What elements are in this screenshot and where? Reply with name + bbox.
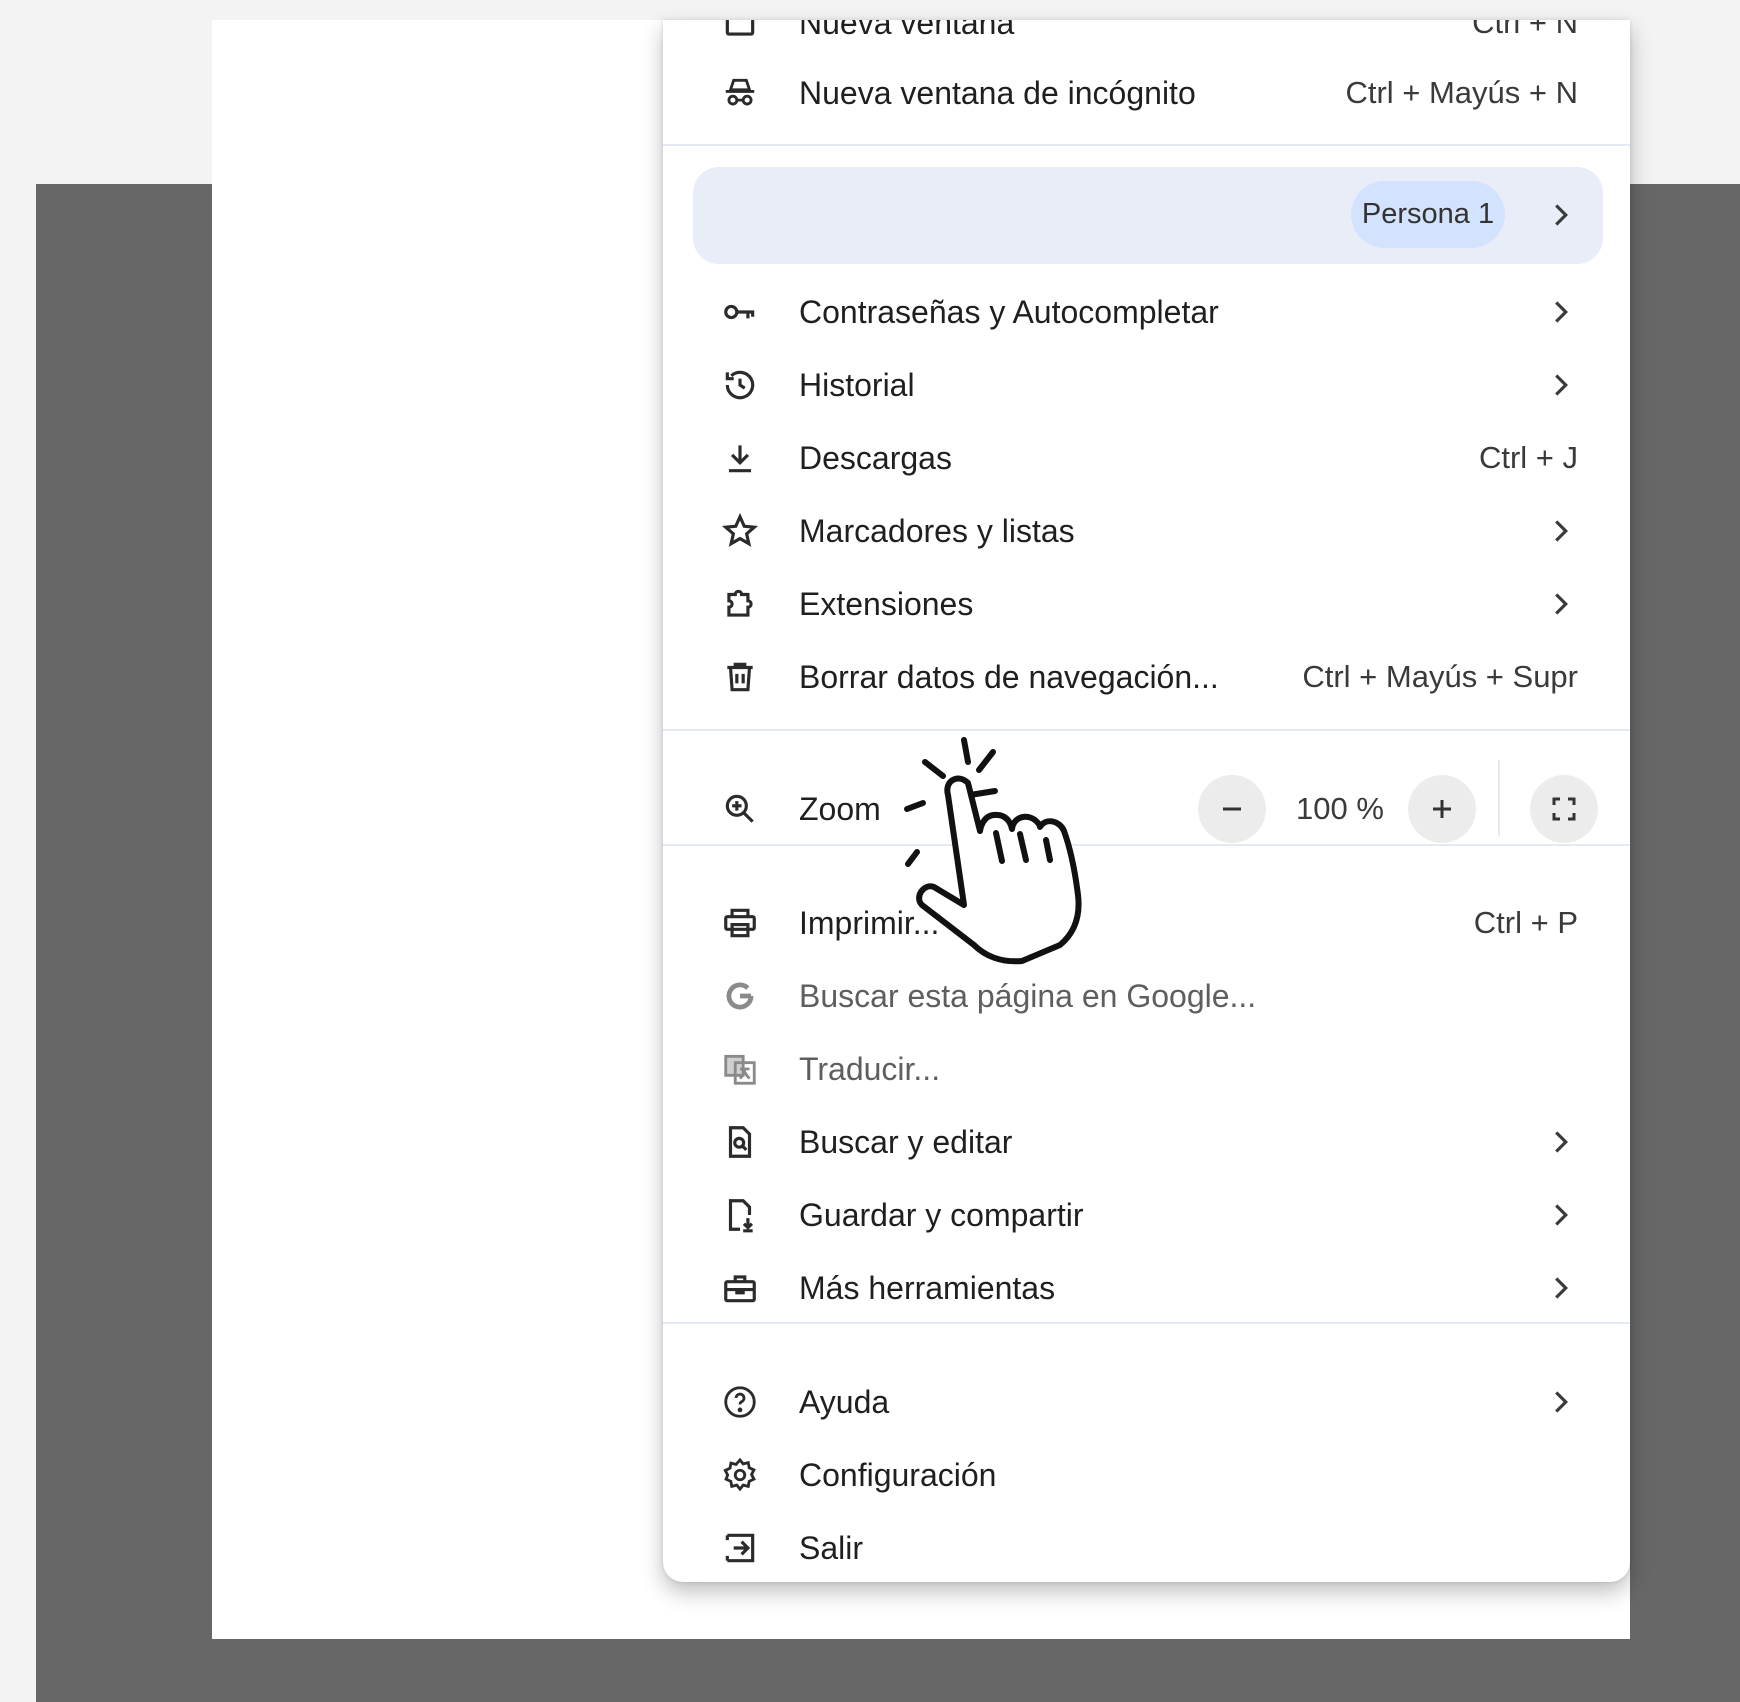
menu-item-shortcut: Ctrl + Mayús + N <box>1345 75 1578 110</box>
pointing-hand-cursor-icon <box>904 737 1082 965</box>
puzzle-icon <box>721 585 759 623</box>
menu-item-print[interactable]: Imprimir... Ctrl + P <box>663 892 1630 954</box>
menu-item-label: Guardar y compartir <box>799 1197 1084 1233</box>
menu-item-incognito[interactable]: Nueva ventana de incógnito Ctrl + Mayús … <box>663 62 1630 124</box>
menu-item-label: Extensiones <box>799 586 974 622</box>
menu-item-google-search[interactable]: Buscar esta página en Google... <box>663 965 1630 1027</box>
menu-item-label: Borrar datos de navegación... <box>799 659 1219 695</box>
chevron-right-icon <box>1542 1123 1580 1161</box>
click-ray <box>904 800 926 812</box>
menu-item-shortcut: Ctrl + N <box>1472 20 1578 40</box>
menu-item-label: Marcadores y listas <box>799 513 1075 549</box>
toolbox-icon <box>721 1269 759 1307</box>
click-ray <box>905 849 920 867</box>
trash-icon <box>721 658 759 696</box>
gear-icon <box>721 1456 759 1494</box>
menu-item-find-edit[interactable]: Buscar y editar <box>663 1111 1630 1173</box>
incognito-icon <box>721 74 759 112</box>
zoom-level: 100 % <box>1296 791 1384 826</box>
zoom-in-icon <box>721 790 759 828</box>
menu-item-exit[interactable]: Salir <box>663 1517 1630 1579</box>
menu-item-label: Nueva ventana <box>799 20 1015 41</box>
fullscreen-button[interactable] <box>1530 775 1598 843</box>
chevron-right-icon <box>1542 1269 1580 1307</box>
menu-item-label: Salir <box>799 1530 864 1566</box>
menu-item-label: Configuración <box>799 1457 997 1493</box>
menu-item-downloads[interactable]: Descargas Ctrl + J <box>663 427 1630 489</box>
google-icon <box>721 977 759 1015</box>
menu-item-label: Buscar y editar <box>799 1124 1013 1160</box>
menu-item-translate[interactable]: Traducir... <box>663 1038 1630 1100</box>
printer-icon <box>721 904 759 942</box>
click-ray <box>961 737 971 765</box>
menu-item-label: Más herramientas <box>799 1270 1056 1306</box>
menu-item-history[interactable]: Historial <box>663 354 1630 416</box>
new-window-icon <box>721 20 759 42</box>
chevron-right-icon <box>1542 293 1580 331</box>
chevron-right-icon <box>1542 1383 1580 1421</box>
separator <box>663 144 1630 146</box>
separator <box>663 1322 1630 1324</box>
chevron-right-icon <box>1542 512 1580 550</box>
menu-item-settings[interactable]: Configuración <box>663 1444 1630 1506</box>
menu-item-passwords[interactable]: Contraseñas y Autocompletar <box>663 281 1630 343</box>
zoom-out-button[interactable] <box>1198 775 1266 843</box>
chevron-right-icon <box>1542 585 1580 623</box>
chevron-right-icon <box>1542 196 1580 234</box>
chevron-right-icon <box>1542 366 1580 404</box>
profile-row[interactable]: Persona 1 <box>693 167 1603 264</box>
exit-icon <box>721 1529 759 1567</box>
menu-item-extensions[interactable]: Extensiones <box>663 573 1630 635</box>
separator <box>663 729 1630 731</box>
find-page-icon <box>721 1123 759 1161</box>
zoom-divider <box>1498 760 1500 836</box>
key-icon <box>721 293 759 331</box>
menu-item-bookmarks[interactable]: Marcadores y listas <box>663 500 1630 562</box>
menu-item-shortcut: Ctrl + Mayús + Supr <box>1302 659 1578 694</box>
menu-item-label: Historial <box>799 367 915 403</box>
zoom-in-button[interactable] <box>1408 775 1476 843</box>
menu-item-label: Descargas <box>799 440 952 476</box>
menu-item-label: Nueva ventana de incógnito <box>799 75 1196 111</box>
history-icon <box>721 366 759 404</box>
menu-item-clear-data[interactable]: Borrar datos de navegación... Ctrl + May… <box>663 646 1630 708</box>
menu-item-zoom: Zoom 100 % <box>663 760 1630 843</box>
menu-item-help[interactable]: Ayuda <box>663 1371 1630 1433</box>
menu-item-label: Contraseñas y Autocompletar <box>799 294 1219 330</box>
chrome-menu: Nueva ventana Ctrl + N Nueva ventana de … <box>663 20 1630 1582</box>
menu-item-save-share[interactable]: Guardar y compartir <box>663 1184 1630 1246</box>
star-icon <box>721 512 759 550</box>
help-icon <box>721 1383 759 1421</box>
menu-item-shortcut: Ctrl + P <box>1473 905 1578 940</box>
separator <box>663 844 1630 846</box>
menu-item-label: Ayuda <box>799 1384 890 1420</box>
save-share-icon <box>721 1196 759 1234</box>
chevron-right-icon <box>1542 1196 1580 1234</box>
translate-icon <box>721 1050 759 1088</box>
menu-item-more-tools[interactable]: Más herramientas <box>663 1257 1630 1319</box>
profile-name-badge: Persona 1 <box>1351 181 1505 248</box>
menu-item-label: Traducir... <box>799 1051 941 1087</box>
menu-item-shortcut: Ctrl + J <box>1478 440 1578 475</box>
download-icon <box>721 439 759 477</box>
menu-item-new-window[interactable]: Nueva ventana Ctrl + N <box>663 20 1630 54</box>
click-ray <box>976 749 996 773</box>
click-ray <box>922 759 946 779</box>
